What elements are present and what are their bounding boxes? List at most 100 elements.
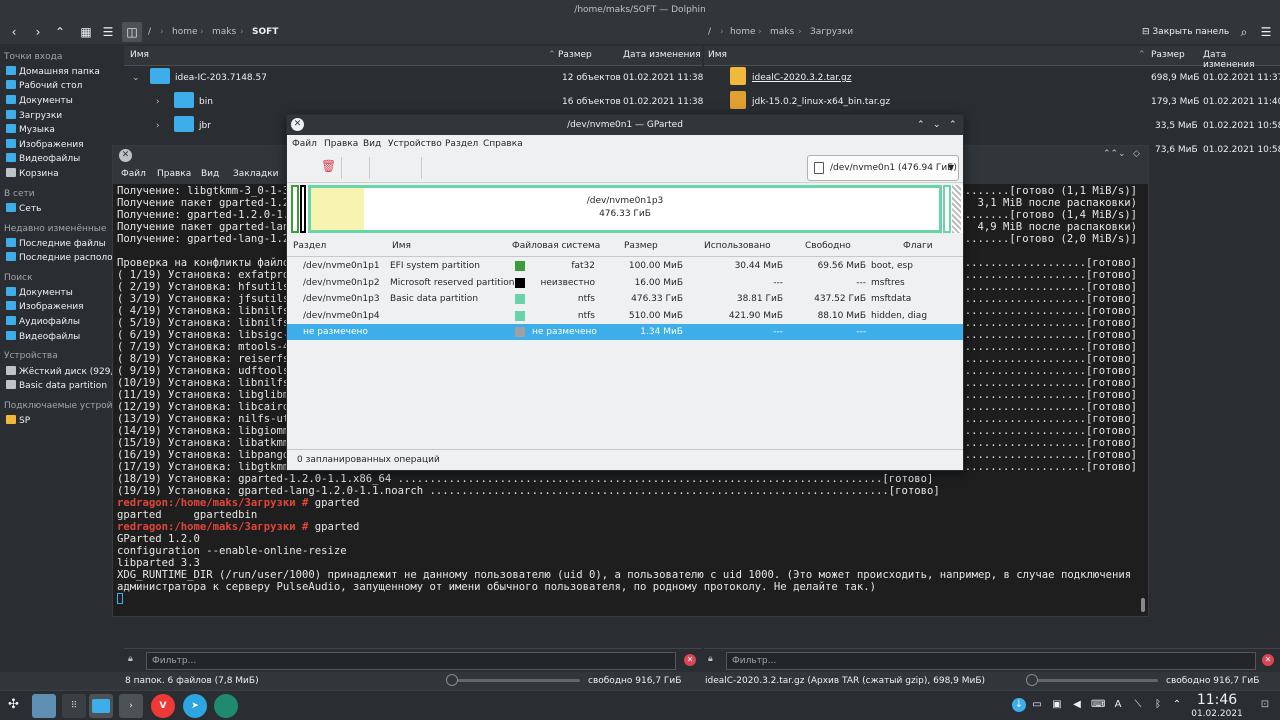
breadcrumb-right-downloads[interactable]: Загрузки — [810, 24, 853, 40]
pager-icon[interactable]: ⠿ — [62, 694, 86, 718]
keyboard-layout-icon[interactable]: ⌨ — [1091, 698, 1105, 712]
partition-row[interactable]: /dev/nvme0n1p3 Basic data partition ntfs 47… — [287, 291, 963, 307]
app-launcher-icon[interactable]: ✣ — [8, 697, 19, 712]
task-dolphin[interactable] — [89, 694, 113, 718]
col-free[interactable]: Свободно — [805, 241, 851, 251]
map-p1[interactable] — [291, 185, 299, 233]
place-desktop[interactable]: Рабочий стол — [6, 80, 122, 91]
place-home[interactable]: Домашняя папка — [6, 66, 122, 77]
delete-icon[interactable]: 🗑︎ — [321, 159, 336, 173]
filter-input-left[interactable]: Фильтр... — [146, 652, 676, 670]
expand-icon[interactable]: ⌄ — [132, 66, 140, 90]
telegram-icon[interactable]: ➤ — [183, 694, 207, 718]
split-view-icon[interactable]: ◫ — [122, 22, 142, 42]
maximize-icon[interactable]: ⌃ — [949, 115, 957, 135]
place-downloads[interactable]: Загрузки — [6, 110, 122, 121]
close-icon[interactable]: ✕ — [119, 149, 132, 162]
lock-icon[interactable]: 🔒︎ — [128, 654, 133, 664]
file-row[interactable]: ⌄ idea-IC-203.7148.57 12 объектов 01.02.… — [124, 66, 703, 90]
col-flags[interactable]: Флаги — [903, 241, 933, 251]
place-documents[interactable]: Документы — [6, 95, 122, 106]
updates-icon[interactable]: ↓ — [1012, 698, 1026, 712]
panel-settings-icon[interactable]: ⊡ — [1258, 698, 1272, 712]
lock-icon[interactable]: 🔒︎ — [708, 654, 713, 664]
menu-edit[interactable]: Правка — [157, 169, 191, 179]
col-name[interactable]: Имя — [392, 241, 411, 251]
device-hdd[interactable]: Жёсткий диск (929,0 ГиБ) — [6, 366, 122, 377]
menu-view[interactable]: Вид — [201, 169, 219, 179]
network-icon[interactable]: ⟍ — [1131, 698, 1145, 712]
keep-above-icon[interactable]: ⌃⌃ — [1103, 149, 1118, 159]
breadcrumb-soft[interactable]: SOFT — [252, 24, 278, 40]
zoom-slider-knob[interactable] — [446, 674, 458, 686]
gparted-task-icon[interactable] — [214, 694, 238, 718]
menu-icon[interactable]: ☰ — [1256, 22, 1276, 42]
minimize-icon[interactable]: ⌄ — [1118, 149, 1126, 159]
expand-icon[interactable]: › — [156, 90, 160, 114]
search-icon[interactable]: ⌕ — [1234, 22, 1254, 42]
close-panel-button[interactable]: ⊟ Закрыть панель — [1142, 24, 1229, 40]
col-date[interactable]: Дата изменения — [623, 50, 701, 60]
up-icon[interactable]: ⌃ — [50, 22, 70, 42]
map-p3[interactable]: /dev/nvme0n1p3 476.33 ГиБ — [308, 185, 942, 233]
close-icon[interactable]: ✕ — [291, 118, 304, 131]
search-videos[interactable]: Видеофайлы — [6, 331, 122, 342]
breadcrumb-right-home[interactable]: home — [730, 24, 756, 40]
search-documents[interactable]: Документы — [6, 287, 122, 298]
map-unallocated[interactable] — [952, 185, 961, 233]
breadcrumb-home[interactable]: home — [172, 24, 198, 40]
volume-icon[interactable]: ◀ — [1070, 698, 1084, 712]
details-view-icon[interactable]: ☰ — [98, 22, 118, 42]
icons-view-icon[interactable]: ▦ — [76, 22, 96, 42]
partition-row[interactable]: /dev/nvme0n1p1 EFI system partition fat32 1… — [287, 258, 963, 274]
file-row[interactable]: › bin 16 объектов 01.02.2021 11:38 — [124, 90, 703, 114]
place-recent-files[interactable]: Последние файлы — [6, 238, 122, 249]
breadcrumb-root[interactable]: / — [148, 24, 151, 40]
back-icon[interactable]: ‹ — [4, 22, 24, 42]
partition-row[interactable]: не размечено не размечено 1.34 МиБ --- --- — [287, 324, 963, 341]
breadcrumb-right-maks[interactable]: maks — [770, 24, 794, 40]
forward-icon[interactable]: › — [28, 22, 48, 42]
clock-time[interactable]: 11:46 — [1189, 692, 1245, 708]
device-selector[interactable]: /dev/nvme0n1 (476.94 ГиБ) ▼ — [807, 155, 959, 181]
desktop-icon[interactable] — [32, 694, 56, 718]
menu-view[interactable]: Вид — [363, 139, 381, 149]
breadcrumb-right-root[interactable]: / — [708, 24, 711, 40]
menu-partition[interactable]: Раздел — [445, 139, 478, 149]
zoom-slider-knob[interactable] — [1026, 674, 1038, 686]
menu-file[interactable]: Файл — [292, 139, 317, 149]
vault-icon[interactable]: ▣ — [1050, 698, 1064, 712]
place-recent-locations[interactable]: Последние располож — [6, 252, 122, 263]
col-partition[interactable]: Раздел — [293, 241, 326, 251]
breadcrumb-maks[interactable]: maks — [212, 24, 236, 40]
col-size[interactable]: Размер — [1151, 50, 1185, 60]
battery-icon[interactable]: ▭ — [1030, 698, 1044, 712]
col-name[interactable]: Имя — [708, 50, 727, 60]
partition-row[interactable]: /dev/nvme0n1p4 ntfs 510.00 МиБ 421.90 МиБ 88… — [287, 308, 963, 324]
search-audio[interactable]: Аудиофайлы — [6, 316, 122, 327]
col-name[interactable]: Имя — [130, 50, 149, 60]
device-basic-data[interactable]: Basic data partition — [6, 380, 122, 391]
zoom-slider-right[interactable] — [1032, 679, 1158, 682]
map-p2[interactable] — [300, 185, 306, 233]
col-filesystem[interactable]: Файловая система — [512, 241, 600, 251]
col-size[interactable]: Размер — [558, 50, 592, 60]
input-method-icon[interactable]: A — [1111, 698, 1125, 712]
menu-device[interactable]: Устройство — [388, 139, 442, 149]
place-music[interactable]: Музыка — [6, 124, 122, 135]
menu-bookmarks[interactable]: Закладки — [233, 169, 279, 179]
menu-file[interactable]: Файл — [121, 169, 146, 179]
place-videos[interactable]: Видеофайлы — [6, 153, 122, 164]
place-network[interactable]: Сеть — [6, 203, 122, 214]
device-sp[interactable]: SP — [6, 415, 122, 426]
terminal-scrollbar[interactable] — [1141, 598, 1145, 612]
zoom-slider-left[interactable] — [452, 679, 580, 682]
file-row[interactable]: jdk-15.0.2_linux-x64_bin.tar.gz 179,3 Ми… — [704, 90, 1280, 114]
vivaldi-icon[interactable]: V — [151, 694, 175, 718]
search-pictures[interactable]: Изображения — [6, 301, 122, 312]
bluetooth-icon[interactable]: ᛒ — [1151, 698, 1165, 712]
clear-filter-icon[interactable]: ✕ — [684, 654, 696, 666]
maximize-icon[interactable]: ◇ — [1133, 149, 1140, 159]
minimize-icon[interactable]: ⌄ — [933, 115, 941, 135]
tray-expand-icon[interactable]: ⌃ — [1170, 698, 1184, 712]
